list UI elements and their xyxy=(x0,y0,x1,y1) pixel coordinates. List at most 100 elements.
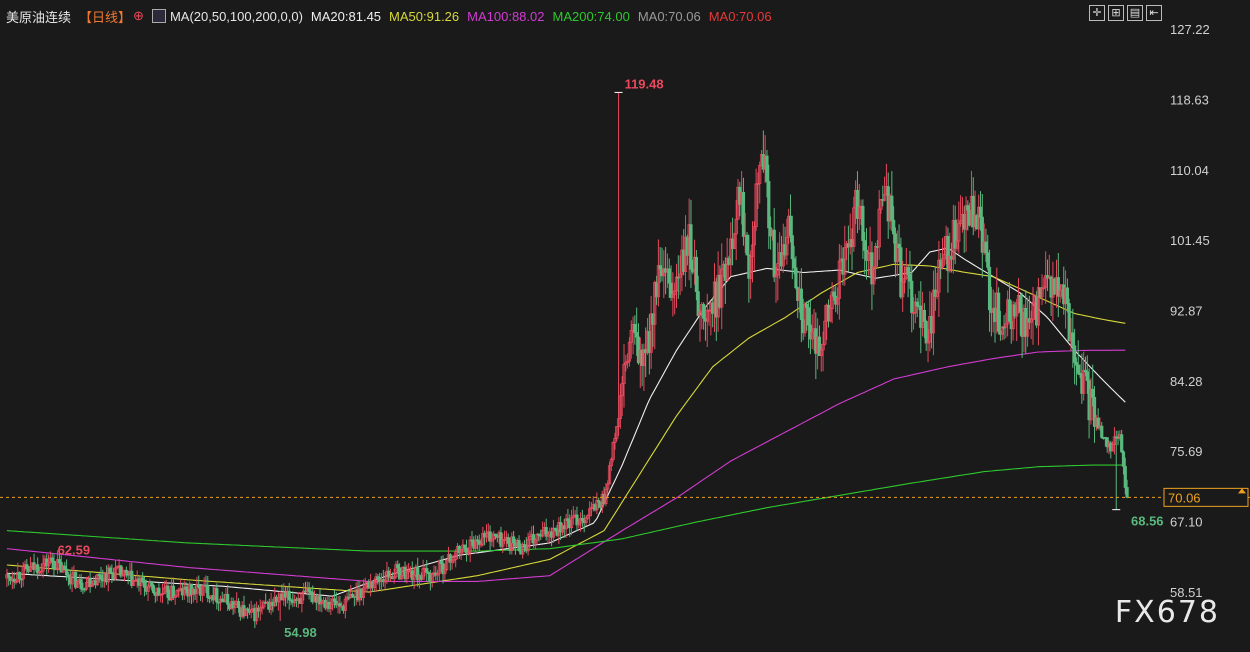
chart-toolbar: ✛ ⊞ ▤ ⇤ xyxy=(1089,5,1162,21)
candle-body xyxy=(987,266,992,311)
last-price-label: 70.06 xyxy=(1168,490,1201,505)
candle-body xyxy=(635,332,639,338)
candle-body xyxy=(1123,465,1127,488)
candle-body xyxy=(794,267,798,289)
candle-body xyxy=(1125,487,1129,498)
crosshair-icon[interactable]: ✛ xyxy=(1089,5,1105,21)
candle-body xyxy=(667,268,671,284)
period-label[interactable]: 【日线】 xyxy=(79,7,131,26)
candle-body xyxy=(694,256,698,293)
candle-body xyxy=(150,580,154,587)
ma100-label: MA100:88.02 xyxy=(467,8,545,24)
ma20-label: MA20:81.45 xyxy=(310,8,382,24)
chart-header: 美原油连续 【日线】 ⊕ MA(20,50,100,200,0,0) MA20:… xyxy=(6,7,780,25)
candle-body xyxy=(906,267,910,275)
candle-body xyxy=(463,544,467,549)
candle-body xyxy=(788,215,793,237)
y-tick-label: 101.45 xyxy=(1170,233,1210,248)
candle-body xyxy=(151,585,156,593)
expand-icon[interactable]: ⇤ xyxy=(1146,5,1162,21)
candle-body xyxy=(236,601,241,609)
high-annotation: 119.48 xyxy=(625,76,664,91)
candle-body xyxy=(1073,345,1077,363)
candle-body xyxy=(986,252,990,268)
crosshair-toggle-icon[interactable]: ⊕ xyxy=(133,8,144,24)
candle-body xyxy=(910,280,914,313)
candle-body xyxy=(792,258,796,269)
candle-body xyxy=(658,265,662,270)
candle-body xyxy=(99,574,103,580)
candle-body xyxy=(287,590,291,601)
candle-body xyxy=(517,540,521,551)
candle-body xyxy=(1074,362,1079,366)
candle-body xyxy=(790,235,794,260)
candle-body xyxy=(166,585,170,598)
low-annotation: 54.98 xyxy=(284,625,317,640)
candle-body xyxy=(206,585,210,598)
candle-body xyxy=(966,205,970,211)
symbol-title[interactable]: 美原油连续 xyxy=(6,7,71,26)
chart-icon[interactable]: ▤ xyxy=(1127,5,1143,21)
candle-body xyxy=(702,304,706,319)
candle-body xyxy=(50,557,54,562)
candle-body xyxy=(832,291,836,297)
candle-body xyxy=(197,583,201,588)
candle-body xyxy=(978,206,983,218)
candle-body xyxy=(226,593,230,605)
ma50-label: MA50:91.26 xyxy=(389,8,460,24)
candle-body xyxy=(215,588,219,603)
candle-body xyxy=(108,567,112,573)
candle-body xyxy=(1018,294,1022,313)
ma-params[interactable]: MA(20,50,100,200,0,0) xyxy=(170,9,303,24)
ma0b-label: MA0:70.06 xyxy=(708,8,772,24)
candle-body xyxy=(908,273,912,282)
candle-body xyxy=(141,577,145,581)
candle-body xyxy=(512,536,516,544)
candle-body xyxy=(806,307,811,326)
watermark-logo: FX678 xyxy=(1114,595,1220,630)
candle-body xyxy=(915,301,919,307)
indicator-icon[interactable] xyxy=(151,9,166,23)
candle-body xyxy=(741,191,746,237)
ma200-label: MA200:74.00 xyxy=(552,8,630,24)
y-tick-label: 75.69 xyxy=(1170,444,1203,459)
candle-body xyxy=(1121,451,1126,467)
y-tick-label: 84.28 xyxy=(1170,374,1203,389)
candle-body xyxy=(984,241,988,254)
candle-body xyxy=(799,288,803,320)
candle-body xyxy=(805,304,809,309)
candle-body xyxy=(1065,287,1069,304)
candle-body xyxy=(506,537,510,544)
candle-body xyxy=(861,205,865,241)
candle-body xyxy=(890,195,894,221)
candle-body xyxy=(767,181,771,229)
y-tick-label: 67.10 xyxy=(1170,515,1203,530)
candle-body xyxy=(1007,299,1012,322)
candle-body xyxy=(745,234,749,256)
candle-body xyxy=(897,243,901,249)
candle-body xyxy=(63,565,67,570)
candle-body xyxy=(922,309,927,322)
y-tick-label: 118.63 xyxy=(1170,92,1209,107)
candle-body xyxy=(79,579,83,590)
candle-body xyxy=(689,224,693,270)
candle-body xyxy=(396,564,400,569)
candle-body xyxy=(425,568,429,573)
ma0a-label: MA0:70.06 xyxy=(637,8,701,24)
candle-body xyxy=(57,559,61,563)
candle-body xyxy=(633,324,637,333)
candle-body xyxy=(142,580,147,588)
recent-low-annotation: 68.56 xyxy=(1131,514,1164,529)
grid-icon[interactable]: ⊞ xyxy=(1108,5,1124,21)
candle-body xyxy=(65,568,69,576)
candle-body xyxy=(1085,371,1089,381)
candle-body xyxy=(863,240,867,251)
y-tick-label: 110.04 xyxy=(1170,163,1209,178)
candle-body xyxy=(772,229,776,278)
candlestick-chart[interactable]: 127.22 118.63 110.04 101.45 92.87 84.28 75.69 6… xyxy=(0,0,1250,652)
candle-body xyxy=(997,292,1001,332)
candle-body xyxy=(1120,434,1124,453)
candle-body xyxy=(924,321,928,344)
y-tick-label: 127.22 xyxy=(1170,22,1210,37)
candle-body xyxy=(25,564,29,570)
